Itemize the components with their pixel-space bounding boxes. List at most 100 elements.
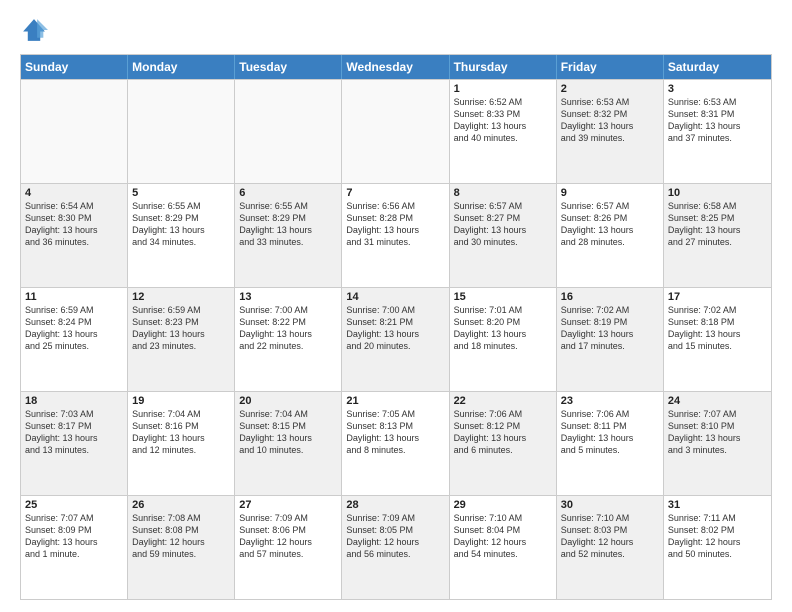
day-number: 12: [132, 291, 230, 303]
calendar-cell: 16Sunrise: 7:02 AM Sunset: 8:19 PM Dayli…: [557, 288, 664, 391]
day-number: 1: [454, 83, 552, 95]
day-info: Sunrise: 7:01 AM Sunset: 8:20 PM Dayligh…: [454, 304, 552, 353]
day-number: 9: [561, 187, 659, 199]
calendar-cell: 15Sunrise: 7:01 AM Sunset: 8:20 PM Dayli…: [450, 288, 557, 391]
day-info: Sunrise: 6:53 AM Sunset: 8:31 PM Dayligh…: [668, 96, 767, 145]
day-number: 7: [346, 187, 444, 199]
calendar-cell: 5Sunrise: 6:55 AM Sunset: 8:29 PM Daylig…: [128, 184, 235, 287]
calendar-cell: [21, 80, 128, 183]
calendar-cell: 25Sunrise: 7:07 AM Sunset: 8:09 PM Dayli…: [21, 496, 128, 599]
calendar-header-cell: Sunday: [21, 55, 128, 79]
calendar-cell: 7Sunrise: 6:56 AM Sunset: 8:28 PM Daylig…: [342, 184, 449, 287]
day-number: 21: [346, 395, 444, 407]
calendar-cell: 24Sunrise: 7:07 AM Sunset: 8:10 PM Dayli…: [664, 392, 771, 495]
calendar-cell: [342, 80, 449, 183]
day-number: 23: [561, 395, 659, 407]
day-number: 3: [668, 83, 767, 95]
day-info: Sunrise: 7:04 AM Sunset: 8:16 PM Dayligh…: [132, 408, 230, 457]
calendar-cell: 6Sunrise: 6:55 AM Sunset: 8:29 PM Daylig…: [235, 184, 342, 287]
calendar-cell: [235, 80, 342, 183]
calendar-header-cell: Thursday: [450, 55, 557, 79]
day-info: Sunrise: 6:53 AM Sunset: 8:32 PM Dayligh…: [561, 96, 659, 145]
day-info: Sunrise: 6:52 AM Sunset: 8:33 PM Dayligh…: [454, 96, 552, 145]
day-number: 29: [454, 499, 552, 511]
day-number: 4: [25, 187, 123, 199]
day-info: Sunrise: 7:08 AM Sunset: 8:08 PM Dayligh…: [132, 512, 230, 561]
day-info: Sunrise: 7:10 AM Sunset: 8:03 PM Dayligh…: [561, 512, 659, 561]
calendar-header-cell: Tuesday: [235, 55, 342, 79]
calendar-header-cell: Friday: [557, 55, 664, 79]
day-info: Sunrise: 7:04 AM Sunset: 8:15 PM Dayligh…: [239, 408, 337, 457]
day-info: Sunrise: 7:05 AM Sunset: 8:13 PM Dayligh…: [346, 408, 444, 457]
calendar-cell: 13Sunrise: 7:00 AM Sunset: 8:22 PM Dayli…: [235, 288, 342, 391]
calendar-cell: 29Sunrise: 7:10 AM Sunset: 8:04 PM Dayli…: [450, 496, 557, 599]
calendar-cell: 10Sunrise: 6:58 AM Sunset: 8:25 PM Dayli…: [664, 184, 771, 287]
calendar-cell: 20Sunrise: 7:04 AM Sunset: 8:15 PM Dayli…: [235, 392, 342, 495]
day-number: 5: [132, 187, 230, 199]
day-number: 2: [561, 83, 659, 95]
day-number: 19: [132, 395, 230, 407]
day-info: Sunrise: 6:56 AM Sunset: 8:28 PM Dayligh…: [346, 200, 444, 249]
day-info: Sunrise: 7:03 AM Sunset: 8:17 PM Dayligh…: [25, 408, 123, 457]
day-info: Sunrise: 7:00 AM Sunset: 8:22 PM Dayligh…: [239, 304, 337, 353]
day-info: Sunrise: 7:07 AM Sunset: 8:10 PM Dayligh…: [668, 408, 767, 457]
day-info: Sunrise: 6:57 AM Sunset: 8:27 PM Dayligh…: [454, 200, 552, 249]
calendar-cell: 18Sunrise: 7:03 AM Sunset: 8:17 PM Dayli…: [21, 392, 128, 495]
day-number: 6: [239, 187, 337, 199]
day-info: Sunrise: 7:06 AM Sunset: 8:11 PM Dayligh…: [561, 408, 659, 457]
calendar-cell: 1Sunrise: 6:52 AM Sunset: 8:33 PM Daylig…: [450, 80, 557, 183]
calendar-cell: 31Sunrise: 7:11 AM Sunset: 8:02 PM Dayli…: [664, 496, 771, 599]
calendar-cell: 17Sunrise: 7:02 AM Sunset: 8:18 PM Dayli…: [664, 288, 771, 391]
calendar: SundayMondayTuesdayWednesdayThursdayFrid…: [20, 54, 772, 600]
calendar-cell: 27Sunrise: 7:09 AM Sunset: 8:06 PM Dayli…: [235, 496, 342, 599]
calendar-header: SundayMondayTuesdayWednesdayThursdayFrid…: [21, 55, 771, 79]
day-number: 27: [239, 499, 337, 511]
day-info: Sunrise: 6:59 AM Sunset: 8:23 PM Dayligh…: [132, 304, 230, 353]
header: [20, 16, 772, 44]
day-info: Sunrise: 7:02 AM Sunset: 8:18 PM Dayligh…: [668, 304, 767, 353]
page: SundayMondayTuesdayWednesdayThursdayFrid…: [0, 0, 792, 612]
calendar-cell: 26Sunrise: 7:08 AM Sunset: 8:08 PM Dayli…: [128, 496, 235, 599]
calendar-cell: 23Sunrise: 7:06 AM Sunset: 8:11 PM Dayli…: [557, 392, 664, 495]
calendar-week: 25Sunrise: 7:07 AM Sunset: 8:09 PM Dayli…: [21, 495, 771, 599]
calendar-cell: 12Sunrise: 6:59 AM Sunset: 8:23 PM Dayli…: [128, 288, 235, 391]
calendar-cell: 9Sunrise: 6:57 AM Sunset: 8:26 PM Daylig…: [557, 184, 664, 287]
calendar-cell: 11Sunrise: 6:59 AM Sunset: 8:24 PM Dayli…: [21, 288, 128, 391]
logo: [20, 16, 52, 44]
day-info: Sunrise: 6:57 AM Sunset: 8:26 PM Dayligh…: [561, 200, 659, 249]
day-info: Sunrise: 7:00 AM Sunset: 8:21 PM Dayligh…: [346, 304, 444, 353]
day-info: Sunrise: 6:55 AM Sunset: 8:29 PM Dayligh…: [239, 200, 337, 249]
day-info: Sunrise: 7:11 AM Sunset: 8:02 PM Dayligh…: [668, 512, 767, 561]
calendar-cell: 3Sunrise: 6:53 AM Sunset: 8:31 PM Daylig…: [664, 80, 771, 183]
calendar-cell: 22Sunrise: 7:06 AM Sunset: 8:12 PM Dayli…: [450, 392, 557, 495]
day-number: 20: [239, 395, 337, 407]
day-number: 14: [346, 291, 444, 303]
day-number: 18: [25, 395, 123, 407]
day-number: 22: [454, 395, 552, 407]
calendar-cell: 19Sunrise: 7:04 AM Sunset: 8:16 PM Dayli…: [128, 392, 235, 495]
day-number: 16: [561, 291, 659, 303]
calendar-cell: 21Sunrise: 7:05 AM Sunset: 8:13 PM Dayli…: [342, 392, 449, 495]
day-info: Sunrise: 6:54 AM Sunset: 8:30 PM Dayligh…: [25, 200, 123, 249]
calendar-cell: 14Sunrise: 7:00 AM Sunset: 8:21 PM Dayli…: [342, 288, 449, 391]
calendar-header-cell: Saturday: [664, 55, 771, 79]
calendar-header-cell: Wednesday: [342, 55, 449, 79]
day-number: 31: [668, 499, 767, 511]
day-info: Sunrise: 7:09 AM Sunset: 8:05 PM Dayligh…: [346, 512, 444, 561]
day-number: 25: [25, 499, 123, 511]
day-number: 8: [454, 187, 552, 199]
day-info: Sunrise: 6:58 AM Sunset: 8:25 PM Dayligh…: [668, 200, 767, 249]
day-number: 28: [346, 499, 444, 511]
calendar-week: 11Sunrise: 6:59 AM Sunset: 8:24 PM Dayli…: [21, 287, 771, 391]
day-info: Sunrise: 7:02 AM Sunset: 8:19 PM Dayligh…: [561, 304, 659, 353]
calendar-cell: 4Sunrise: 6:54 AM Sunset: 8:30 PM Daylig…: [21, 184, 128, 287]
day-info: Sunrise: 6:55 AM Sunset: 8:29 PM Dayligh…: [132, 200, 230, 249]
day-info: Sunrise: 6:59 AM Sunset: 8:24 PM Dayligh…: [25, 304, 123, 353]
calendar-cell: [128, 80, 235, 183]
day-number: 11: [25, 291, 123, 303]
calendar-cell: 28Sunrise: 7:09 AM Sunset: 8:05 PM Dayli…: [342, 496, 449, 599]
day-number: 24: [668, 395, 767, 407]
day-number: 17: [668, 291, 767, 303]
logo-icon: [20, 16, 48, 44]
day-number: 10: [668, 187, 767, 199]
